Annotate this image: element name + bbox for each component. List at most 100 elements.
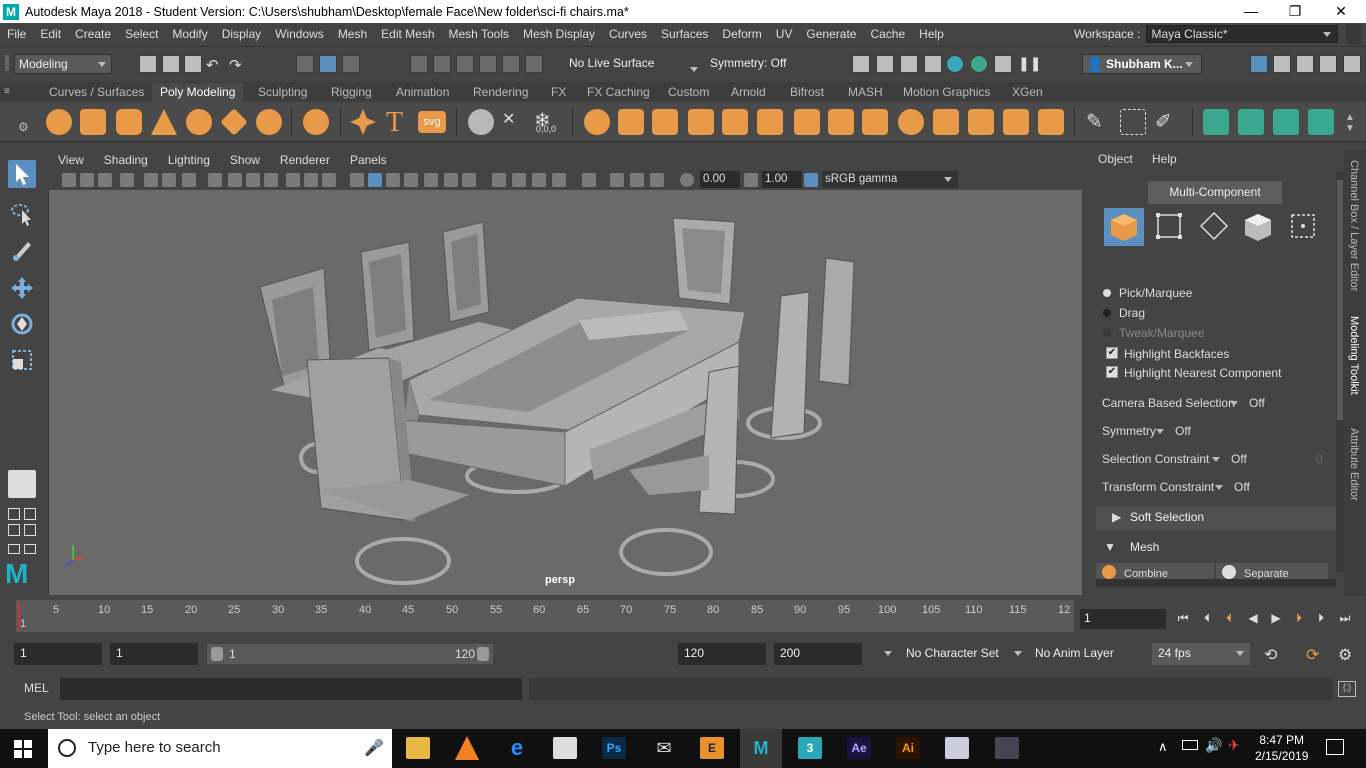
step-back-key-icon[interactable]: ⏴: [1221, 611, 1237, 625]
sphere-primitive-grey-icon[interactable]: [468, 109, 494, 135]
depth-of-field-icon[interactable]: [552, 173, 566, 187]
chevron-down-icon[interactable]: [1230, 401, 1238, 406]
image-plane-icon[interactable]: [120, 173, 134, 187]
battery-icon[interactable]: [1182, 740, 1198, 750]
render-frame-icon[interactable]: [876, 55, 894, 73]
menu-deform[interactable]: Deform: [715, 27, 768, 41]
poly-sphere-icon[interactable]: [46, 109, 72, 135]
fill-hole-icon[interactable]: [794, 109, 820, 135]
multi-component-button[interactable]: Multi-Component: [1148, 181, 1282, 204]
poly-cylinder-icon[interactable]: [116, 109, 142, 135]
select-component-icon[interactable]: [342, 55, 360, 73]
outliner-layout-icon[interactable]: [24, 544, 36, 554]
menuset-dropdown[interactable]: Modeling: [14, 54, 112, 74]
highlight-backfaces-checkbox[interactable]: ✔: [1106, 347, 1118, 359]
illustrator-icon[interactable]: Ai: [896, 737, 920, 759]
target-weld-icon[interactable]: [1003, 109, 1029, 135]
app-e-icon[interactable]: E: [700, 737, 724, 759]
2d-pan-zoom-icon[interactable]: [144, 173, 158, 187]
separate-button[interactable]: Separate: [1216, 563, 1328, 579]
menu-mesh-display[interactable]: Mesh Display: [516, 27, 602, 41]
viewport-menu-view[interactable]: View: [48, 153, 94, 167]
volume-icon[interactable]: 🔊: [1205, 737, 1222, 754]
combine-button[interactable]: Combine: [1096, 563, 1214, 579]
drag-radio[interactable]: [1103, 309, 1111, 317]
poly-cube-icon[interactable]: [80, 109, 106, 135]
mesh-section[interactable]: ▼ Mesh: [1096, 536, 1336, 560]
mel-label[interactable]: MEL: [24, 681, 49, 695]
frame-all-icon[interactable]: [650, 173, 664, 187]
tweak-marquee-radio[interactable]: [1103, 329, 1111, 337]
chevron-down-icon[interactable]: [690, 67, 698, 72]
play-forwards-icon[interactable]: ▶: [1268, 611, 1284, 625]
undo-icon[interactable]: ↶: [206, 56, 219, 74]
toggle-attribute-editor-icon[interactable]: [1273, 55, 1291, 73]
taskbar-search[interactable]: Type here to search 🎤: [48, 729, 392, 768]
face-mode-button[interactable]: [1238, 208, 1278, 246]
tab-animation[interactable]: Animation: [388, 83, 457, 102]
select-object-icon[interactable]: [319, 55, 337, 73]
new-scene-icon[interactable]: [139, 55, 157, 73]
tab-arnold[interactable]: Arnold: [723, 83, 774, 102]
pause-icon[interactable]: ❚❚: [1018, 55, 1041, 72]
save-scene-icon[interactable]: [184, 55, 202, 73]
use-all-lights-icon[interactable]: [444, 173, 458, 187]
step-back-frame-icon[interactable]: ⏴: [1199, 611, 1215, 625]
boolean-icon[interactable]: [722, 109, 748, 135]
tab-custom[interactable]: Custom: [660, 83, 717, 102]
selection-constraint-value[interactable]: Off: [1231, 452, 1247, 466]
select-tool-icon[interactable]: [8, 160, 36, 188]
fps-dropdown[interactable]: 24 fps: [1152, 643, 1250, 665]
outliner-layout-icon[interactable]: [8, 544, 20, 554]
shadows-icon[interactable]: [462, 173, 476, 187]
object-mode-button[interactable]: [1104, 208, 1144, 246]
textured-icon[interactable]: [404, 173, 418, 187]
symmetry-value[interactable]: Off: [1175, 424, 1191, 438]
chevron-down-icon[interactable]: [1014, 651, 1022, 656]
mirror-icon[interactable]: [757, 109, 783, 135]
microphone-icon[interactable]: 🎤: [364, 738, 384, 758]
layout-icon[interactable]: [8, 524, 20, 536]
color-management-icon[interactable]: [804, 173, 818, 187]
tab-poly-modeling[interactable]: Poly Modeling: [152, 83, 244, 102]
viewport-menu-lighting[interactable]: Lighting: [158, 153, 220, 167]
user-account-dropdown[interactable]: 👤 Shubham K...: [1082, 54, 1202, 74]
tab-rigging[interactable]: Rigging: [323, 83, 380, 102]
open-scene-icon[interactable]: [162, 55, 180, 73]
highlight-nearest-checkbox[interactable]: ✔: [1106, 366, 1118, 378]
step-forward-key-icon[interactable]: ⏵: [1291, 611, 1307, 625]
motion-blur-icon[interactable]: [512, 173, 526, 187]
single-perspective-layout-icon[interactable]: [8, 470, 36, 498]
tab-channel-box[interactable]: Channel Box / Layer Editor: [1348, 160, 1360, 291]
menu-uv[interactable]: UV: [769, 27, 800, 41]
menu-mesh[interactable]: Mesh: [331, 27, 374, 41]
snap-curve-icon[interactable]: [433, 55, 451, 73]
notifications-icon[interactable]: [1326, 739, 1344, 755]
tab-xgen[interactable]: XGen: [1004, 83, 1051, 102]
shelf-menu-icon[interactable]: ≡: [4, 86, 16, 98]
menu-edit-mesh[interactable]: Edit Mesh: [374, 27, 441, 41]
toggle-layer-editor-icon[interactable]: [1343, 55, 1361, 73]
select-hierarchy-icon[interactable]: [296, 55, 314, 73]
xray-icon[interactable]: [424, 173, 438, 187]
character-set-field[interactable]: No Character Set: [900, 643, 1000, 665]
app-arrow-icon[interactable]: [995, 737, 1019, 759]
type-tool-icon[interactable]: T: [386, 107, 403, 139]
uv-mode-button[interactable]: [1284, 208, 1324, 246]
bevel-icon[interactable]: [898, 109, 924, 135]
workspace-dropdown[interactable]: Maya Classic*: [1146, 25, 1339, 43]
script-editor-icon[interactable]: {;}: [1338, 681, 1356, 697]
uv-planar-icon[interactable]: [1203, 109, 1229, 135]
panel-horizontal-scrollbar[interactable]: [1096, 579, 1336, 587]
resolution-gate-icon[interactable]: [246, 173, 260, 187]
poly-plane-icon[interactable]: [220, 108, 248, 136]
separate-icon[interactable]: [618, 109, 644, 135]
current-frame-field[interactable]: 1: [1080, 609, 1166, 629]
taskbar-clock[interactable]: 8:47 PM 2/15/2019: [1255, 732, 1308, 764]
screen-space-ao-icon[interactable]: [492, 173, 506, 187]
menu-surfaces[interactable]: Surfaces: [654, 27, 715, 41]
viewport-menu-panels[interactable]: Panels: [340, 153, 397, 167]
toggle-tool-settings-icon[interactable]: [1296, 55, 1314, 73]
viewport-menu-shading[interactable]: Shading: [94, 153, 158, 167]
chevron-down-icon[interactable]: [884, 651, 892, 656]
